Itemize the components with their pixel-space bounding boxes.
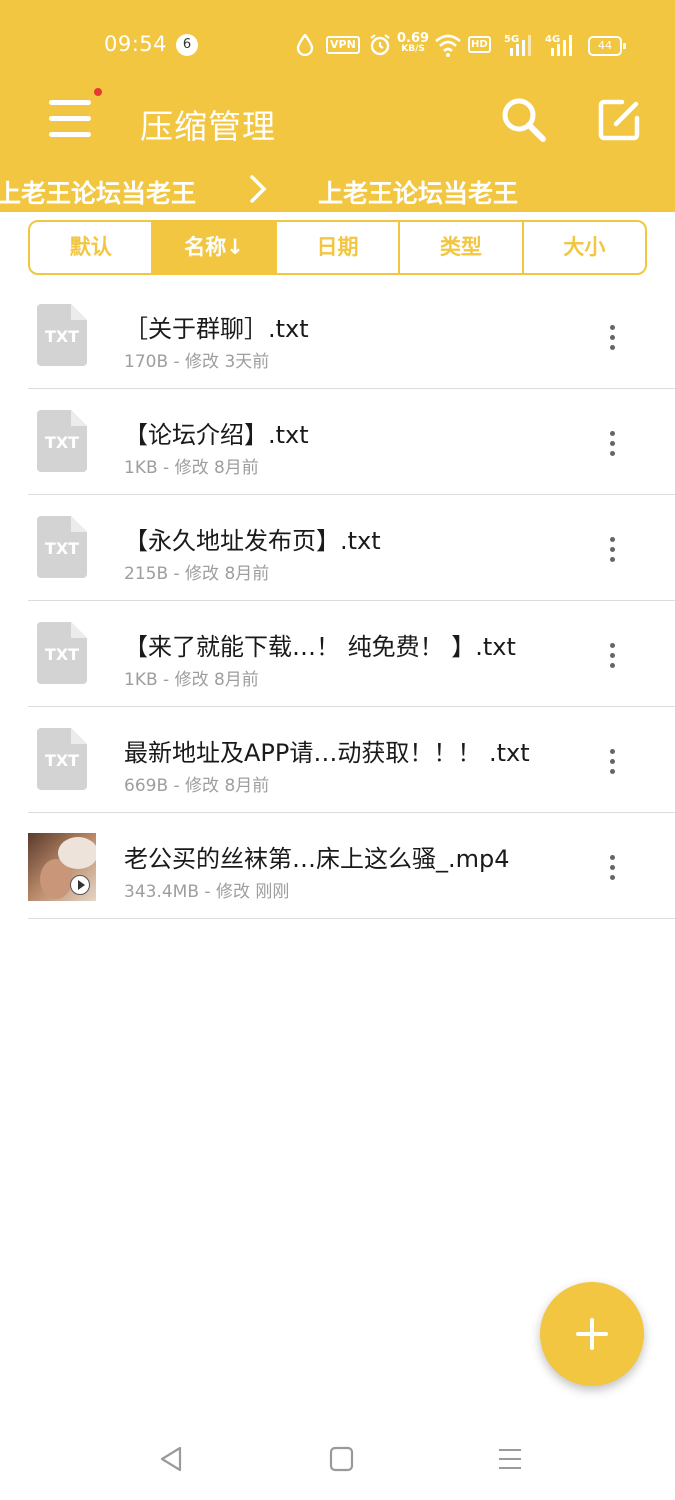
- file-row[interactable]: TXT 【来了就能下载…！ 纯免费！ 】.txt 1KB - 修改 8月前: [28, 601, 675, 707]
- file-name: ［关于群聊］.txt: [124, 315, 309, 343]
- more-vert-icon: [610, 431, 615, 436]
- more-options-button[interactable]: [600, 535, 624, 563]
- file-name: 老公买的丝袜第…床上这么骚_.mp4: [124, 845, 510, 873]
- page-title: 压缩管理: [140, 107, 276, 146]
- more-vert-icon: [610, 643, 615, 648]
- video-thumbnail: [28, 833, 96, 901]
- hamburger-menu-icon: [49, 100, 91, 105]
- breadcrumb: 上老王论坛当老王 上老王论坛当老王: [0, 168, 675, 212]
- txt-file-icon: TXT: [37, 410, 87, 472]
- menu-button[interactable]: [46, 88, 102, 142]
- status-bar: 09:54 6 VPN 0.69 KB/S HD 5G 4G 44: [0, 0, 675, 90]
- home-square-icon[interactable]: [321, 1444, 361, 1474]
- more-options-button[interactable]: [600, 429, 624, 457]
- file-type-label: TXT: [44, 327, 80, 346]
- file-name: 【永久地址发布页】.txt: [124, 527, 381, 555]
- more-vert-icon-dot: [610, 441, 615, 446]
- chevron-right-icon: [250, 175, 267, 203]
- network-speed: 0.69 KB/S: [397, 31, 430, 54]
- file-row[interactable]: 老公买的丝袜第…床上这么骚_.mp4 343.4MB - 修改 刚刚: [28, 813, 675, 919]
- file-type-label: TXT: [44, 645, 80, 664]
- file-name: 最新地址及APP请…动获取！！！ .txt: [124, 739, 530, 767]
- search-icon: [502, 98, 546, 142]
- file-meta: 1KB - 修改 8月前: [124, 458, 259, 478]
- hamburger-menu-icon-line: [49, 116, 91, 121]
- more-options-button[interactable]: [600, 853, 624, 881]
- more-vert-icon-dot: [610, 769, 615, 774]
- file-list: TXT ［关于群聊］.txt 170B - 修改 3天前 TXT 【论坛介绍】.…: [28, 283, 675, 919]
- svg-text:5G: 5G: [504, 34, 519, 45]
- hamburger-menu-icon-line: [49, 132, 91, 137]
- more-options-button[interactable]: [600, 747, 624, 775]
- file-row[interactable]: TXT 【论坛介绍】.txt 1KB - 修改 8月前: [28, 389, 675, 495]
- search-button[interactable]: [498, 94, 550, 146]
- play-icon: [70, 875, 90, 895]
- more-vert-icon: [610, 749, 615, 754]
- file-meta: 669B - 修改 8月前: [124, 776, 270, 796]
- sort-tab-name[interactable]: 名称↓: [153, 222, 277, 273]
- alarm-icon: [370, 34, 390, 56]
- more-vert-icon: [610, 325, 615, 330]
- edit-button[interactable]: [594, 94, 646, 146]
- txt-file-icon: TXT: [37, 622, 87, 684]
- more-vert-icon-dot: [610, 335, 615, 340]
- sort-tab-type[interactable]: 类型: [400, 222, 524, 273]
- file-meta: 343.4MB - 修改 刚刚: [124, 882, 290, 902]
- file-meta: 215B - 修改 8月前: [124, 564, 270, 584]
- file-row[interactable]: TXT 最新地址及APP请…动获取！！！ .txt 669B - 修改 8月前: [28, 707, 675, 813]
- more-vert-icon-dot: [610, 653, 615, 658]
- txt-file-icon: TXT: [37, 728, 87, 790]
- file-meta: 1KB - 修改 8月前: [124, 670, 259, 690]
- recents-lines-icon[interactable]: [490, 1444, 530, 1474]
- more-vert-icon-dot: [610, 875, 615, 880]
- more-vert-icon-dot: [610, 345, 615, 350]
- file-row[interactable]: TXT ［关于群聊］.txt 170B - 修改 3天前: [28, 283, 675, 389]
- more-vert-icon: [610, 537, 615, 542]
- file-type-label: TXT: [44, 751, 80, 770]
- sort-tab-default[interactable]: 默认: [30, 222, 154, 273]
- breadcrumb-item-parent[interactable]: 上老王论坛当老王: [0, 174, 200, 208]
- file-row[interactable]: TXT 【永久地址发布页】.txt 215B - 修改 8月前: [28, 495, 675, 601]
- signal-5g-icon: 5G: [504, 34, 531, 56]
- breadcrumb-label: 上老王论坛当老王: [0, 179, 196, 208]
- sort-tab-size[interactable]: 大小: [524, 222, 645, 273]
- more-options-button[interactable]: [600, 641, 624, 669]
- back-triangle-icon[interactable]: [152, 1444, 192, 1474]
- app-header: 09:54 6 VPN 0.69 KB/S HD 5G 4G 44 压缩管理 上老…: [0, 0, 675, 212]
- sort-tab-date[interactable]: 日期: [277, 222, 401, 273]
- status-time: 09:54: [104, 32, 168, 56]
- file-meta: 170B - 修改 3天前: [124, 352, 270, 372]
- vpn-icon: VPN: [326, 36, 360, 54]
- more-vert-icon: [610, 855, 615, 860]
- file-type-label: TXT: [44, 539, 80, 558]
- file-name: 【来了就能下载…！ 纯免费！ 】.txt: [124, 633, 516, 661]
- breadcrumb-item-current[interactable]: 上老王论坛当老王: [318, 174, 518, 210]
- file-type-label: TXT: [44, 433, 80, 452]
- txt-file-icon: TXT: [37, 516, 87, 578]
- system-nav-bar: [0, 1420, 675, 1500]
- notification-dot: [94, 88, 102, 96]
- file-name: 【论坛介绍】.txt: [124, 421, 309, 449]
- svg-text:4G: 4G: [545, 34, 560, 45]
- more-vert-icon-dot: [610, 557, 615, 562]
- battery-icon: 44: [588, 36, 626, 56]
- hd-voice-icon: HD: [468, 36, 491, 53]
- plus-icon: [576, 1318, 608, 1350]
- more-vert-icon-dot: [610, 663, 615, 668]
- add-fab-button[interactable]: [540, 1282, 644, 1386]
- sort-tabs: 默认 名称↓ 日期 类型 大小: [28, 220, 647, 275]
- more-vert-icon-dot: [610, 865, 615, 870]
- wifi-icon: [435, 34, 461, 57]
- edit-icon: [598, 99, 640, 141]
- notification-count-badge: 6: [176, 34, 198, 56]
- data-saver-icon: [296, 34, 314, 56]
- more-vert-icon-dot: [610, 451, 615, 456]
- signal-4g-icon: 4G: [545, 34, 572, 56]
- more-vert-icon-dot: [610, 547, 615, 552]
- more-vert-icon-dot: [610, 759, 615, 764]
- more-options-button[interactable]: [600, 323, 624, 351]
- txt-file-icon: TXT: [37, 304, 87, 366]
